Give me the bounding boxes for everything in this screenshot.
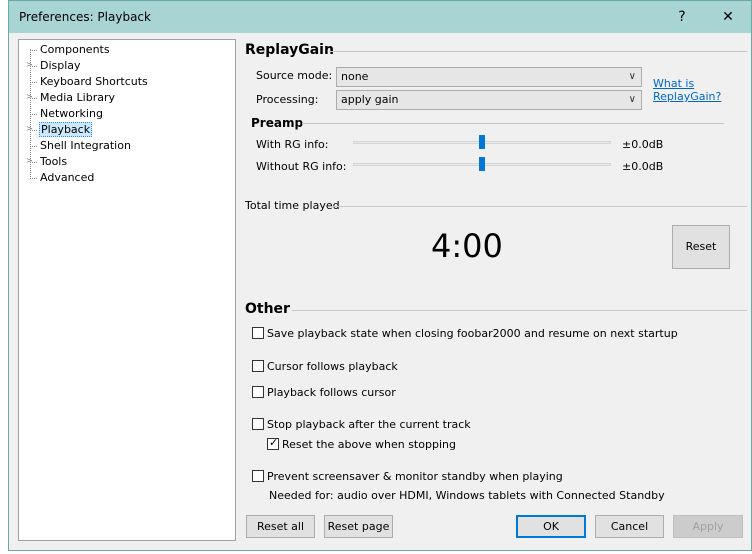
cursor-follows-checkbox[interactable] bbox=[252, 360, 264, 372]
stop-after-checkbox[interactable] bbox=[252, 418, 264, 430]
reset-above-checkbox[interactable] bbox=[267, 436, 279, 450]
expand-chevron-icon[interactable]: > bbox=[26, 60, 33, 69]
tree-item-label: Display bbox=[40, 59, 81, 72]
tree-item-label: Networking bbox=[40, 107, 103, 120]
expand-chevron-icon[interactable]: > bbox=[26, 156, 33, 165]
processing-value: apply gain bbox=[341, 93, 399, 106]
apply-button[interactable]: Apply bbox=[673, 515, 743, 538]
ok-button[interactable]: OK bbox=[516, 515, 586, 538]
preferences-window: Preferences: Playback ? ✕ Components > Dis… bbox=[8, 0, 752, 551]
tree-item-label: Shell Integration bbox=[40, 139, 131, 152]
cursor-follows-label[interactable]: Cursor follows playback bbox=[267, 360, 398, 373]
expand-chevron-icon[interactable]: > bbox=[26, 92, 33, 101]
tree-connector-line bbox=[30, 178, 37, 179]
without-rg-slider-thumb[interactable] bbox=[479, 157, 485, 171]
tree-item-label: Playback bbox=[39, 122, 93, 137]
total-time-heading: Total time played bbox=[245, 199, 340, 212]
other-divider bbox=[292, 310, 747, 311]
help-icon: ? bbox=[678, 9, 686, 25]
close-button[interactable]: ✕ bbox=[705, 1, 751, 33]
close-icon: ✕ bbox=[722, 9, 734, 25]
tree-item-label: Keyboard Shortcuts bbox=[40, 75, 148, 88]
stop-after-label[interactable]: Stop playback after the current track bbox=[267, 418, 471, 431]
preamp-heading: Preamp bbox=[251, 116, 304, 130]
replaygain-heading: ReplayGain bbox=[245, 42, 334, 58]
tree-item-label: Media Library bbox=[40, 91, 115, 104]
cancel-button[interactable]: Cancel bbox=[595, 515, 664, 538]
help-button[interactable]: ? bbox=[659, 1, 705, 33]
tree-connector-line bbox=[30, 146, 37, 147]
save-state-label[interactable]: Save playback state when closing foobar2… bbox=[267, 327, 678, 340]
reset-all-button[interactable]: Reset all bbox=[246, 515, 315, 538]
with-rg-label: With RG info: bbox=[256, 138, 329, 151]
tree-item-label: Tools bbox=[40, 155, 68, 168]
expand-chevron-icon[interactable]: > bbox=[26, 124, 33, 133]
reset-page-button[interactable]: Reset page bbox=[324, 515, 393, 538]
with-rg-value: ±0.0dB bbox=[622, 138, 664, 151]
prevent-screensaver-checkbox[interactable] bbox=[252, 470, 264, 482]
reset-above-label[interactable]: Reset the above when stopping bbox=[282, 438, 456, 451]
link-line-2: ReplayGain? bbox=[653, 90, 722, 103]
source-mode-select[interactable]: none ∨ bbox=[336, 67, 642, 87]
processing-select[interactable]: apply gain ∨ bbox=[336, 90, 642, 110]
preamp-divider bbox=[302, 123, 724, 124]
other-heading: Other bbox=[245, 301, 290, 317]
chevron-down-icon: ∨ bbox=[628, 94, 636, 105]
tree-connector-line bbox=[30, 82, 37, 83]
with-rg-slider-thumb[interactable] bbox=[479, 135, 485, 149]
replaygain-help-link[interactable]: What is ReplayGain? bbox=[653, 77, 721, 103]
playback-follows-label[interactable]: Playback follows cursor bbox=[267, 386, 396, 399]
total-time-divider bbox=[332, 206, 747, 207]
playback-follows-checkbox[interactable] bbox=[252, 386, 264, 398]
source-mode-label: Source mode: bbox=[256, 69, 333, 82]
replaygain-divider bbox=[329, 51, 747, 52]
screensaver-note: Needed for: audio over HDMI, Windows tab… bbox=[269, 489, 665, 502]
tree-item-label: Components bbox=[40, 43, 110, 56]
processing-label: Processing: bbox=[256, 93, 319, 106]
tree-item-label: Advanced bbox=[40, 171, 95, 184]
link-line-1: What is bbox=[653, 77, 695, 90]
chevron-down-icon: ∨ bbox=[628, 71, 636, 82]
title-bar: Preferences: Playback ? ✕ bbox=[9, 1, 751, 33]
total-time-value: 4:00 bbox=[431, 227, 503, 265]
save-state-checkbox[interactable] bbox=[252, 327, 264, 339]
source-mode-value: none bbox=[341, 70, 369, 83]
preferences-tree[interactable]: Components > Display Keyboard Shortcuts > Med… bbox=[18, 39, 236, 541]
reset-time-button[interactable]: Reset bbox=[672, 225, 730, 269]
tree-connector-line bbox=[30, 114, 37, 115]
tree-connector-line bbox=[30, 50, 37, 51]
without-rg-value: ±0.0dB bbox=[622, 160, 664, 173]
window-title: Preferences: Playback bbox=[19, 10, 151, 24]
prevent-screensaver-label[interactable]: Prevent screensaver & monitor standby wh… bbox=[267, 470, 563, 483]
without-rg-label: Without RG info: bbox=[256, 160, 347, 173]
